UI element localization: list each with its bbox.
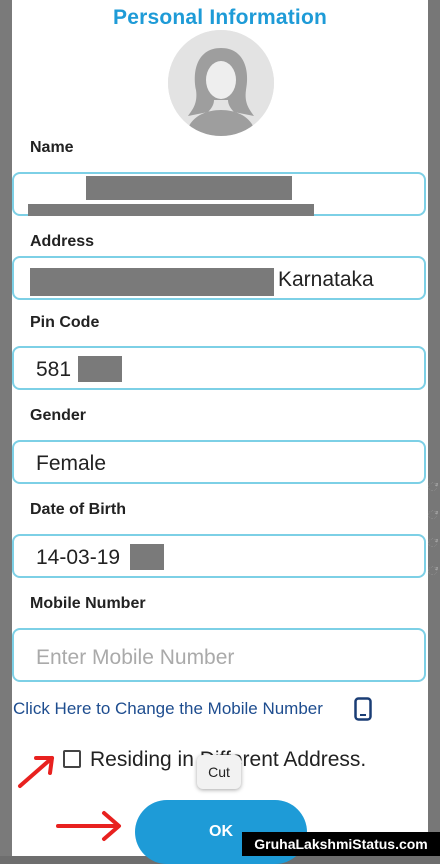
background-glyph: ೆ — [428, 536, 438, 550]
mobile-number-placeholder: Enter Mobile Number — [36, 646, 235, 669]
gender-field[interactable]: Female — [12, 440, 426, 484]
address-value: Karnataka — [278, 268, 374, 291]
gender-value: Female — [36, 452, 107, 475]
different-address-checkbox[interactable] — [63, 750, 81, 768]
background-glyph: ೆ — [428, 564, 438, 578]
mobile-phone-icon[interactable] — [354, 697, 372, 726]
pin-code-field[interactable]: 581 — [12, 346, 426, 390]
redaction-block — [30, 268, 274, 296]
redaction-block — [130, 544, 164, 570]
dialog-title: Personal Information — [112, 6, 328, 29]
user-avatar-icon — [168, 30, 274, 136]
cut-menu-item[interactable]: Cut — [197, 755, 241, 789]
redaction-block — [78, 356, 122, 382]
mobile-number-label: Mobile Number — [30, 595, 146, 612]
date-of-birth-value: 14-03-19 — [36, 546, 121, 569]
name-label: Name — [30, 139, 74, 156]
name-field[interactable] — [12, 172, 426, 216]
pin-code-value: 581 — [36, 358, 72, 381]
address-label: Address — [30, 233, 95, 250]
date-of-birth-field[interactable]: 14-03-19 — [12, 534, 426, 578]
change-mobile-number-link[interactable]: Click Here to Change the Mobile Number — [13, 699, 323, 719]
red-arrow-icon — [16, 752, 58, 795]
watermark-label: GruhaLakshmiStatus.com — [242, 832, 440, 856]
redaction-block — [28, 204, 314, 216]
red-arrow-icon — [54, 808, 124, 849]
background-glyph: ೆ — [428, 508, 438, 522]
address-field[interactable]: Karnataka — [12, 256, 426, 300]
background-glyph: ೆ — [428, 480, 438, 494]
gender-label: Gender — [30, 407, 87, 424]
date-of-birth-label: Date of Birth — [30, 501, 126, 518]
personal-information-dialog: Personal Information Name Address Karnat… — [12, 0, 428, 864]
background-app-left-edge — [0, 0, 12, 856]
redaction-block — [86, 176, 292, 200]
background-app-right-edge: ೆ ೆ ೆ ೆ — [426, 0, 440, 856]
mobile-number-field[interactable]: Enter Mobile Number — [12, 628, 426, 682]
pin-code-label: Pin Code — [30, 314, 100, 331]
